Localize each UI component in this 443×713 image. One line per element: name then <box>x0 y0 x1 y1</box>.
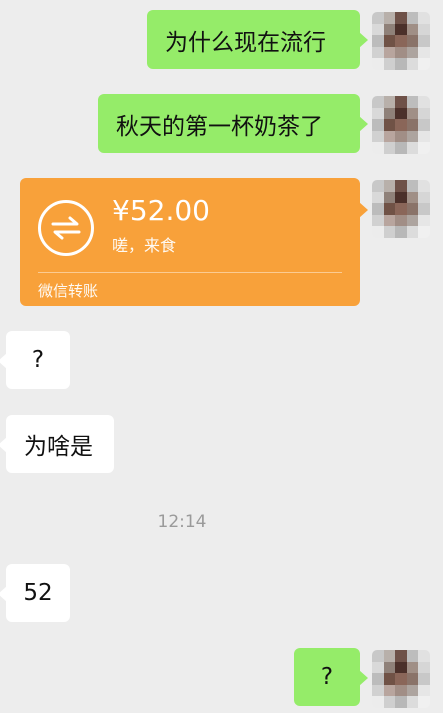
transfer-arrows-icon <box>38 200 94 256</box>
sent-message-bubble[interactable]: 秋天的第一杯奶茶了 <box>98 94 368 153</box>
user-avatar[interactable] <box>372 12 430 70</box>
received-message-bubble[interactable]: 为啥是 <box>0 415 114 473</box>
message-text: 52 <box>23 580 53 606</box>
user-avatar[interactable] <box>372 96 430 154</box>
message-timestamp: 12:14 <box>157 512 207 532</box>
wechat-transfer-card[interactable]: ¥52.00 嗟，来食 微信转账 <box>20 178 368 306</box>
transfer-footer-label: 微信转账 <box>38 282 99 300</box>
message-text: ? <box>31 347 45 373</box>
card-divider <box>38 272 342 273</box>
sent-message-bubble[interactable]: 为什么现在流行 <box>147 10 368 69</box>
message-text: ? <box>320 664 334 690</box>
message-text: 秋天的第一杯奶茶了 <box>116 113 323 140</box>
received-message-bubble[interactable]: ? <box>0 331 70 389</box>
message-text: 为什么现在流行 <box>165 29 326 56</box>
received-message-bubble[interactable]: 52 <box>0 564 70 622</box>
user-avatar[interactable] <box>372 650 430 708</box>
message-text: 为啥是 <box>24 434 93 460</box>
transfer-amount: ¥52.00 <box>112 194 210 227</box>
transfer-note: 嗟，来食 <box>112 236 177 255</box>
user-avatar[interactable] <box>372 180 430 238</box>
sent-message-bubble[interactable]: ? <box>294 648 368 706</box>
